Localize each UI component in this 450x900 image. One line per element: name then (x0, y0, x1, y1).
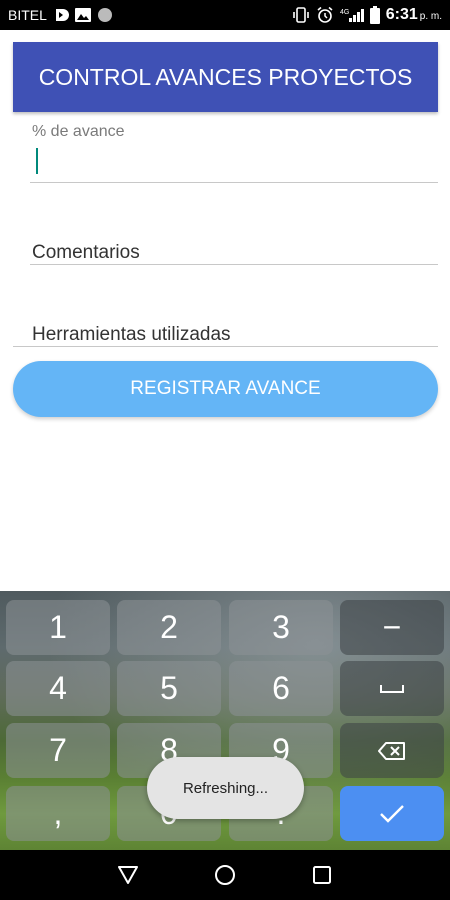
backspace-icon (378, 741, 405, 760)
key-5[interactable]: 5 (117, 661, 221, 716)
image-notification-icon (74, 8, 91, 22)
comments-input[interactable]: Comentarios (30, 236, 438, 266)
check-icon (380, 804, 404, 823)
back-button[interactable] (108, 855, 148, 895)
home-button[interactable] (205, 855, 245, 895)
recents-square-icon (312, 866, 331, 884)
recents-button[interactable] (302, 855, 342, 895)
key-2[interactable]: 2 (117, 600, 221, 655)
key-comma[interactable]: , (6, 786, 110, 841)
alarm-icon (316, 6, 334, 24)
tools-input-underline (13, 346, 438, 347)
key-1[interactable]: 1 (6, 600, 110, 655)
vibrate-icon (292, 7, 310, 23)
carrier-name: BITEL (8, 7, 47, 23)
tools-placeholder: Herramientas utilizadas (32, 324, 231, 345)
clock-time: 6:31 (385, 6, 418, 23)
clock-ampm: p. m. (419, 11, 442, 22)
progress-input-underline (30, 182, 438, 183)
key-done[interactable] (340, 786, 444, 841)
register-progress-button[interactable]: REGISTRAR AVANCE (13, 361, 438, 417)
sports-app-icon (53, 7, 69, 23)
battery-icon (369, 6, 380, 24)
register-button-label: REGISTRAR AVANCE (130, 378, 321, 399)
key-space[interactable] (340, 661, 444, 716)
key-7[interactable]: 7 (6, 723, 110, 778)
key-6[interactable]: 6 (229, 661, 333, 716)
tools-input[interactable]: Herramientas utilizadas (30, 318, 438, 348)
home-circle-icon (214, 865, 235, 885)
comments-placeholder: Comentarios (32, 242, 140, 263)
text-cursor (36, 148, 38, 174)
circle-notification-icon (97, 7, 113, 23)
key-3[interactable]: 3 (229, 600, 333, 655)
key-4[interactable]: 4 (6, 661, 110, 716)
toast-text: Refreshing... (182, 779, 269, 797)
key-backspace[interactable] (340, 723, 444, 778)
progress-field-label: % de avance (32, 123, 125, 140)
progress-input[interactable] (30, 143, 438, 183)
network-type: 4G (340, 9, 349, 16)
app-title: CONTROL AVANCES PROYECTOS (38, 63, 413, 90)
navigation-bar (0, 850, 450, 900)
back-triangle-icon (118, 866, 139, 884)
comments-input-underline (30, 264, 438, 265)
space-icon (380, 684, 404, 693)
key-minus[interactable]: − (340, 600, 444, 655)
signal-icon: 4G (340, 7, 364, 23)
status-bar: BITEL 4G 6:31 p. m. (0, 0, 450, 30)
app-header: CONTROL AVANCES PROYECTOS (13, 42, 438, 112)
refreshing-toast: Refreshing... (147, 757, 304, 819)
